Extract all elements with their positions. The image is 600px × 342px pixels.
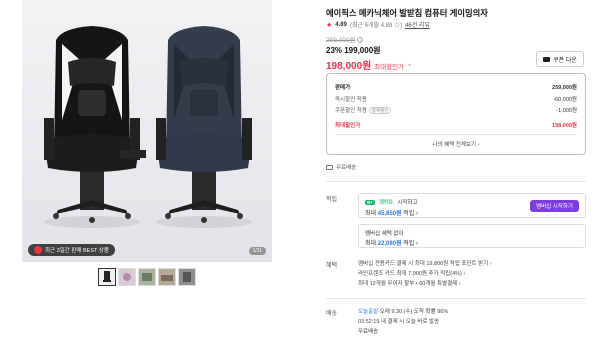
benefit-list: 멤버십 전용카드 결제 시 최대 19,800원 적립 포인트 받기 › 라인프… <box>358 259 492 289</box>
membership-points-box: N+ 멤버십 시작하고 최대 45,850원 적립 › 멤버십 시작하기 <box>358 193 586 218</box>
original-price-value: 259,000원 <box>326 37 356 44</box>
membership-max-points[interactable]: 최대 45,850원 적립 › <box>365 208 418 217</box>
final-price-line: 198,000원 최대할인가 ⌃ <box>326 57 412 72</box>
thumbnail[interactable] <box>118 268 136 286</box>
thumbnail-image <box>119 269 135 285</box>
today-dispatch-label: 오늘출발 <box>358 309 379 315</box>
delivery-section-label: 배송 <box>326 311 338 317</box>
coupon-icon <box>543 56 551 62</box>
rating-detail: (최근 6개월 4.89 ☆) <box>349 23 403 29</box>
final-price-amount: 198,000원 <box>326 61 372 72</box>
price-row-label: 쿠폰할인 적용 <box>335 108 367 114</box>
original-price: 259,000원 i <box>326 34 364 44</box>
thumbnail-strip <box>98 268 196 286</box>
rating-row: ★ 4.89 (최근 6개월 4.89 ☆) 46건 리뷰 <box>326 20 430 30</box>
price-row-instant-discount: 즉시할인 적용 -60,000원 <box>335 95 577 103</box>
points-section-label: 적립 <box>326 197 338 203</box>
start-membership-button[interactable]: 멤버십 시작하기 <box>530 200 579 212</box>
discount-price: 23% 199,000원 <box>326 46 381 55</box>
benefit-item[interactable]: 멤버십 전용카드 결제 시 최대 19,800원 적립 포인트 받기 › <box>358 259 492 269</box>
price-row-value: 259,000원 <box>552 85 577 91</box>
best-seller-badge: 최근 3일간 판매 BEST 상품 <box>28 244 115 256</box>
price-row-coupon: 쿠폰할인 적용 중복할인 -1,000원 <box>335 106 577 114</box>
delivery-estimate-text: 오래 9.30.(수) 도착 확률 96% <box>378 309 449 315</box>
rating-value: 4.89 <box>335 21 347 28</box>
benefits-section-label: 혜택 <box>326 263 338 269</box>
fire-icon <box>34 246 42 254</box>
best-seller-badge-text: 최근 3일간 판매 BEST 상품 <box>45 248 109 254</box>
membership-start-text: 시작하고 <box>397 200 418 206</box>
non-member-text: 멤버십 혜택 없이 <box>365 231 404 237</box>
view-all-benefits-link[interactable]: 나의 혜택 전체보기 › <box>327 140 585 148</box>
benefit-item[interactable]: 라인프렌즈 카드 최대 7,900원 추가 적립(4%) › <box>358 269 492 279</box>
divider <box>335 134 577 135</box>
coupon-tag: 중복할인 <box>368 107 392 114</box>
review-count-link[interactable]: 46건 리뷰 <box>405 20 430 29</box>
thumbnail-image <box>139 269 155 285</box>
divider <box>326 298 586 299</box>
non-member-points-prefix: 최대 <box>365 241 378 247</box>
shipping-free-row: 무료배송 <box>326 163 356 171</box>
price-row-value: -60,000원 <box>553 97 577 103</box>
price-breakdown-box: 판매가 259,000원 즉시할인 적용 -60,000원 쿠폰할인 적용 중복할… <box>326 73 586 155</box>
price-row-value: -1,000원 <box>556 108 577 114</box>
coupon-download-button[interactable]: 쿠폰 다운 <box>536 51 584 67</box>
delivery-free: 무료배송 <box>358 329 379 335</box>
star-icon: ★ <box>326 21 333 29</box>
max-points-prefix: 최대 <box>365 211 378 217</box>
price-row-label: 판매가 <box>335 85 351 91</box>
thumbnail[interactable] <box>98 268 116 286</box>
divider <box>326 181 586 182</box>
membership-tag: 멤버십 <box>377 199 395 205</box>
thumbnail-image <box>159 269 175 285</box>
chevron-down-icon[interactable]: ⌃ <box>407 64 412 71</box>
non-member-points-amount: 22,090원 <box>377 241 402 247</box>
product-main-image <box>22 0 272 262</box>
non-member-points-box: 멤버십 혜택 없이 최대 22,090원 적립 › <box>358 224 586 248</box>
price-row-max-discount: 최대할인가 198,000원 <box>335 121 577 129</box>
delivery-info: 오늘출발 오래 9.30.(수) 도착 확률 96% 03:52:19 내 결제… <box>358 307 448 337</box>
product-title: 에이픽스 메카닉체어 발받침 컴퓨터 게이밍의자 <box>326 8 488 18</box>
delivery-cutoff: 03:52:19 내 결제 시 오늘 바로 발송 <box>358 319 440 325</box>
max-points-amount: 45,850원 <box>377 211 402 217</box>
price-row-label: 즉시할인 적용 <box>335 97 367 103</box>
npay-plus-badge: N+ <box>365 199 375 205</box>
coupon-download-label: 쿠폰 다운 <box>553 57 577 64</box>
product-image-gallery[interactable]: 최근 3일간 판매 BEST 상품 1/11 <box>22 0 272 262</box>
thumbnail[interactable] <box>138 268 156 286</box>
info-icon[interactable]: i <box>357 37 364 44</box>
benefit-item[interactable]: 최대 12개월 무이자 할부 • 60개월 특별결제 › <box>358 279 492 289</box>
non-member-max-points[interactable]: 최대 22,090원 적립 › <box>365 238 418 247</box>
product-page: 최근 3일간 판매 BEST 상품 1/11 에이픽스 메카닉체어 발받침 컴퓨… <box>0 0 600 342</box>
truck-icon <box>326 164 333 170</box>
thumbnail[interactable] <box>178 268 196 286</box>
image-counter: 1/11 <box>248 247 266 255</box>
thumbnail[interactable] <box>158 268 176 286</box>
max-points-suffix: 적립 › <box>401 211 418 217</box>
price-row-value: 198,000원 <box>552 123 577 129</box>
final-price-label: 최대할인가 <box>374 64 405 71</box>
thumbnail-image <box>179 269 195 285</box>
price-row-label: 최대할인가 <box>335 123 361 129</box>
thumbnail-image <box>99 269 115 285</box>
shipping-free-text: 무료배송 <box>336 165 357 171</box>
price-row-sale: 판매가 259,000원 <box>335 83 577 91</box>
non-member-points-suffix: 적립 › <box>401 241 418 247</box>
delivery-estimate: 오늘출발 오래 9.30.(수) 도착 확률 96% <box>358 307 448 317</box>
membership-points-top: N+ 멤버십 시작하고 <box>365 198 418 206</box>
